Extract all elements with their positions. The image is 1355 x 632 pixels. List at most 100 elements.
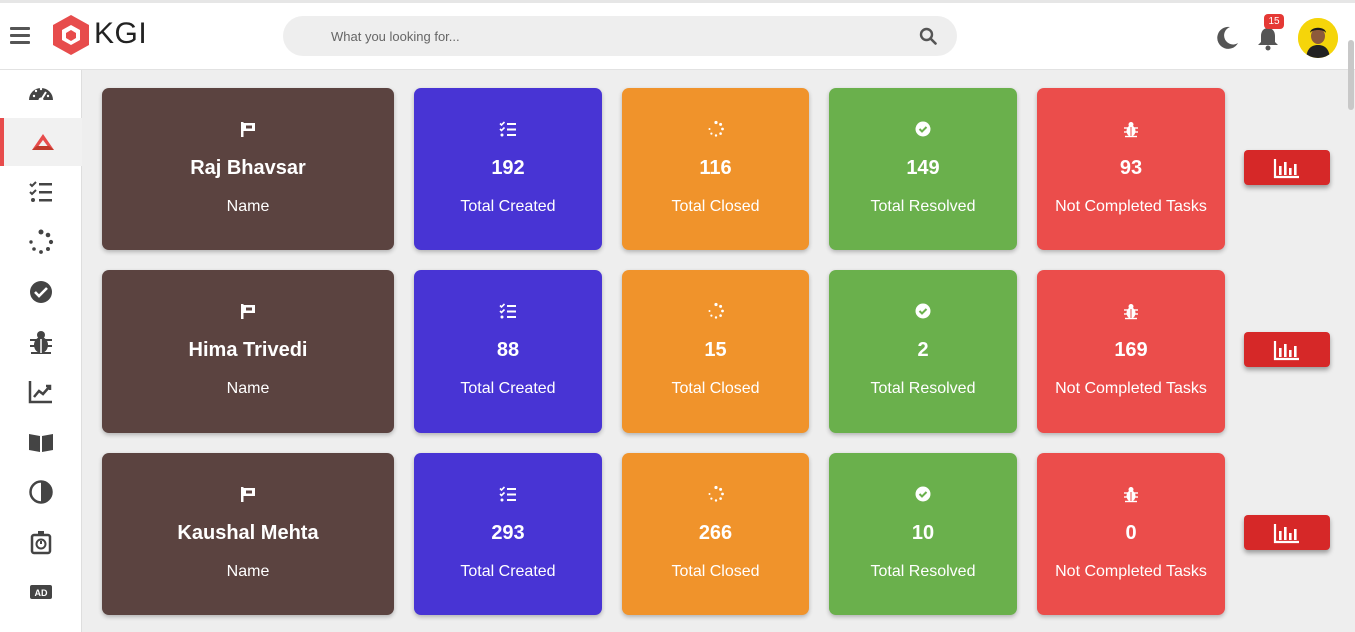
employee-name: Raj Bhavsar bbox=[190, 157, 306, 179]
total-closed-value: 266 bbox=[698, 522, 733, 544]
total-created-card[interactable]: 192 Total Created bbox=[414, 88, 602, 250]
user-avatar[interactable] bbox=[1298, 18, 1338, 58]
total-closed-value: 116 bbox=[699, 157, 732, 179]
sidebar-item-dashboard[interactable] bbox=[0, 70, 82, 118]
total-created-label: Total Created bbox=[460, 563, 556, 580]
svg-text:AD: AD bbox=[35, 588, 48, 598]
not-completed-value: 93 bbox=[1119, 157, 1143, 179]
check-circle-icon bbox=[30, 281, 52, 303]
total-created-label: Total Created bbox=[460, 380, 556, 397]
total-created-label: Total Created bbox=[460, 198, 556, 215]
check-circle-icon bbox=[829, 485, 1017, 503]
view-report-button[interactable] bbox=[1244, 515, 1330, 550]
not-completed-value: 169 bbox=[1114, 339, 1148, 361]
check-circle-icon bbox=[829, 302, 1017, 320]
total-created-card[interactable]: 293 Total Created bbox=[414, 453, 602, 615]
timer-icon bbox=[30, 531, 52, 555]
not-completed-label: Not Completed Tasks bbox=[1055, 380, 1207, 397]
task-list-icon bbox=[414, 485, 602, 503]
sidebar-item-reports[interactable] bbox=[0, 368, 82, 416]
employee-name-card: Raj Bhavsar Name bbox=[102, 88, 394, 250]
total-closed-label: Total Closed bbox=[671, 198, 760, 215]
notification-count-badge: 15 bbox=[1264, 14, 1284, 29]
sidebar-item-theme[interactable] bbox=[0, 468, 82, 516]
task-list-icon bbox=[414, 120, 602, 138]
bar-chart-icon bbox=[1273, 340, 1299, 360]
not-completed-card[interactable]: 169 Not Completed Tasks bbox=[1037, 270, 1225, 433]
book-icon bbox=[29, 434, 53, 452]
contrast-icon bbox=[29, 480, 53, 504]
total-created-card[interactable]: 88 Total Created bbox=[414, 270, 602, 433]
bug-icon bbox=[30, 331, 52, 354]
total-resolved-value: 2 bbox=[917, 339, 929, 361]
logo-mark-icon bbox=[32, 134, 54, 150]
search-icon[interactable] bbox=[919, 27, 937, 45]
not-completed-card[interactable]: 0 Not Completed Tasks bbox=[1037, 453, 1225, 615]
employee-name-card: Hima Trivedi Name bbox=[102, 270, 394, 433]
sidebar: AD bbox=[0, 70, 82, 632]
total-closed-label: Total Closed bbox=[671, 380, 760, 397]
employee-name-label: Name bbox=[226, 198, 270, 215]
spinner-icon bbox=[29, 229, 54, 254]
sidebar-item-tasks[interactable] bbox=[0, 168, 82, 216]
trend-chart-icon bbox=[28, 381, 52, 404]
page-scrollbar[interactable] bbox=[1348, 40, 1354, 110]
sidebar-item-bugs[interactable] bbox=[0, 318, 82, 366]
employee-name-card: Kaushal Mehta Name bbox=[102, 453, 394, 615]
total-resolved-value: 149 bbox=[906, 157, 940, 179]
bug-icon bbox=[1037, 302, 1225, 320]
employee-name-label: Name bbox=[226, 380, 270, 397]
total-closed-value: 15 bbox=[704, 339, 727, 361]
total-closed-label: Total Closed bbox=[671, 563, 760, 580]
spinner-icon bbox=[622, 120, 809, 138]
total-resolved-label: Total Resolved bbox=[870, 380, 976, 397]
flag-icon bbox=[102, 120, 394, 138]
task-list-icon bbox=[29, 181, 52, 202]
ad-icon: AD bbox=[30, 585, 52, 599]
sidebar-item-timer[interactable] bbox=[0, 518, 82, 566]
search-input[interactable] bbox=[331, 16, 891, 56]
total-closed-card[interactable]: 116 Total Closed bbox=[622, 88, 809, 250]
total-resolved-label: Total Resolved bbox=[870, 198, 976, 215]
not-completed-label: Not Completed Tasks bbox=[1055, 198, 1207, 215]
total-closed-card[interactable]: 266 Total Closed bbox=[622, 453, 809, 615]
flag-icon bbox=[102, 302, 394, 320]
kgi-logo-icon bbox=[50, 13, 92, 57]
speedometer-icon bbox=[29, 87, 53, 103]
total-resolved-value: 10 bbox=[911, 522, 935, 544]
total-created-value: 293 bbox=[491, 522, 525, 544]
sidebar-item-ads[interactable]: AD bbox=[0, 568, 82, 616]
not-completed-value: 0 bbox=[1125, 522, 1137, 544]
check-circle-icon bbox=[829, 120, 1017, 138]
employee-name: Hima Trivedi bbox=[188, 339, 308, 361]
sidebar-item-resolved[interactable] bbox=[0, 268, 82, 316]
employee-name: Kaushal Mehta bbox=[177, 522, 319, 544]
task-list-icon bbox=[414, 302, 602, 320]
menu-icon[interactable] bbox=[10, 27, 30, 44]
view-report-button[interactable] bbox=[1244, 332, 1330, 367]
total-resolved-card[interactable]: 2 Total Resolved bbox=[829, 270, 1017, 433]
total-closed-card[interactable]: 15 Total Closed bbox=[622, 270, 809, 433]
dark-mode-moon-icon[interactable] bbox=[1214, 25, 1240, 51]
sidebar-item-docs[interactable] bbox=[0, 418, 82, 466]
search-bar bbox=[283, 16, 957, 56]
sidebar-item-in-progress[interactable] bbox=[0, 218, 82, 266]
top-bar: KGI 15 bbox=[0, 0, 1355, 70]
spinner-icon bbox=[622, 302, 809, 320]
app-logo-text: KGI bbox=[94, 17, 148, 50]
bar-chart-icon bbox=[1273, 158, 1299, 178]
sidebar-item-kgi[interactable] bbox=[0, 118, 82, 166]
total-resolved-label: Total Resolved bbox=[870, 563, 976, 580]
total-resolved-card[interactable]: 10 Total Resolved bbox=[829, 453, 1017, 615]
bar-chart-icon bbox=[1273, 523, 1299, 543]
not-completed-card[interactable]: 93 Not Completed Tasks bbox=[1037, 88, 1225, 250]
bug-icon bbox=[1037, 485, 1225, 503]
total-created-value: 192 bbox=[491, 157, 525, 179]
total-resolved-card[interactable]: 149 Total Resolved bbox=[829, 88, 1017, 250]
employee-name-label: Name bbox=[226, 563, 270, 580]
bug-icon bbox=[1037, 120, 1225, 138]
view-report-button[interactable] bbox=[1244, 150, 1330, 185]
total-created-value: 88 bbox=[496, 339, 520, 361]
flag-icon bbox=[102, 485, 394, 503]
spinner-icon bbox=[622, 485, 809, 503]
